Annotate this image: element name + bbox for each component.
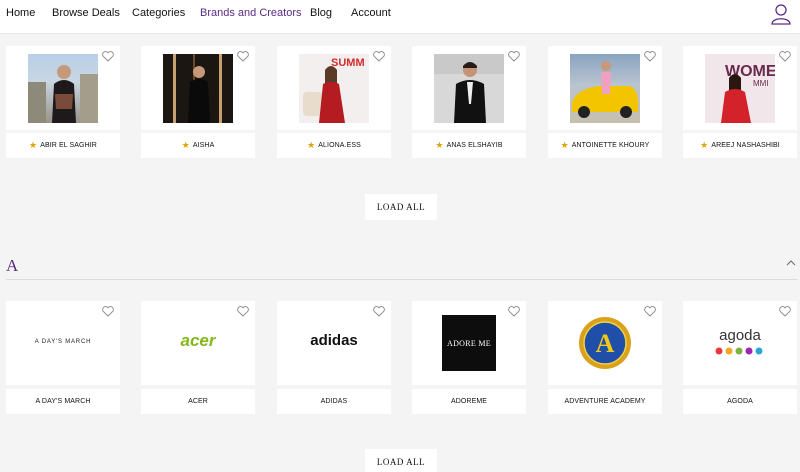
top-nav: Home Browse Deals Categories Brands and … bbox=[0, 0, 800, 34]
load-all-brands-button[interactable]: LOAD ALL bbox=[365, 449, 437, 472]
brand-card[interactable]: A DAY'S MARCH bbox=[6, 301, 120, 385]
chevron-up-icon[interactable] bbox=[786, 259, 796, 267]
creator-name: ABIR EL SAGHIR bbox=[40, 142, 97, 149]
section-letter: A bbox=[6, 256, 19, 275]
creator-card[interactable] bbox=[548, 46, 662, 130]
brand-card[interactable]: adidas bbox=[277, 301, 391, 385]
nav-categories[interactable]: Categories bbox=[132, 7, 185, 19]
heart-icon[interactable] bbox=[237, 51, 249, 62]
star-icon: ★ bbox=[700, 140, 709, 150]
heart-icon[interactable] bbox=[779, 51, 791, 62]
creator-label[interactable]: ★ ALIONA.ESS bbox=[277, 133, 391, 158]
load-all-creators-button[interactable]: LOAD ALL bbox=[365, 194, 437, 220]
user-icon[interactable] bbox=[770, 3, 792, 25]
brand-name: ACER bbox=[188, 398, 208, 405]
star-icon: ★ bbox=[560, 140, 569, 150]
creator-card[interactable] bbox=[141, 46, 255, 130]
brand-card[interactable]: A bbox=[548, 301, 662, 385]
brand-logo: ADORE ME bbox=[442, 315, 496, 371]
heart-icon[interactable] bbox=[508, 306, 520, 317]
brand-logo: agoda bbox=[719, 327, 761, 344]
adventure-academy-logo: A bbox=[579, 317, 631, 369]
heart-icon[interactable] bbox=[779, 306, 791, 317]
nav-browse-deals[interactable]: Browse Deals bbox=[52, 7, 120, 19]
heart-icon[interactable] bbox=[373, 306, 385, 317]
creator-name: ALIONA.ESS bbox=[318, 142, 361, 149]
section-divider bbox=[6, 279, 798, 280]
heart-icon[interactable] bbox=[237, 306, 249, 317]
brand-name: ADVENTURE ACADEMY bbox=[564, 398, 646, 405]
creator-card[interactable] bbox=[6, 46, 120, 130]
heart-icon[interactable] bbox=[373, 51, 385, 62]
brand-name: AGODA bbox=[727, 398, 753, 405]
brand-label[interactable]: A DAY'S MARCH bbox=[6, 389, 120, 414]
creator-label[interactable]: ★ AISHA bbox=[141, 133, 255, 158]
creator-label[interactable]: ★ ANTOINETTE KHOURY bbox=[548, 133, 662, 158]
brand-logo: acer bbox=[180, 331, 216, 350]
brand-label[interactable]: ADOREME bbox=[412, 389, 526, 414]
brand-label[interactable]: ACER bbox=[141, 389, 255, 414]
brand-logo: adidas bbox=[310, 332, 358, 349]
brand-label[interactable]: ADIDAS bbox=[277, 389, 391, 414]
brand-label[interactable]: AGODA bbox=[683, 389, 797, 414]
heart-icon[interactable] bbox=[102, 51, 114, 62]
summit-text: SUMM bbox=[331, 57, 365, 69]
agoda-dots bbox=[715, 347, 763, 355]
creator-name: AREEJ NASHASHIBI bbox=[711, 142, 780, 149]
star-icon: ★ bbox=[181, 140, 190, 150]
creator-name: ANAS ELSHAYIB bbox=[446, 142, 503, 149]
creator-photo bbox=[163, 54, 233, 123]
nav-account[interactable]: Account bbox=[351, 7, 391, 19]
brand-card[interactable]: agoda bbox=[683, 301, 797, 385]
heart-icon[interactable] bbox=[644, 51, 656, 62]
creator-name: ANTOINETTE KHOURY bbox=[571, 142, 650, 149]
heart-icon[interactable] bbox=[508, 51, 520, 62]
creator-card[interactable] bbox=[412, 46, 526, 130]
creator-label[interactable]: ★ ABIR EL SAGHIR bbox=[6, 133, 120, 158]
creator-label[interactable]: ★ AREEJ NASHASHIBI bbox=[683, 133, 797, 158]
brand-card[interactable]: acer bbox=[141, 301, 255, 385]
brand-label[interactable]: ADVENTURE ACADEMY bbox=[548, 389, 662, 414]
heart-icon[interactable] bbox=[102, 306, 114, 317]
nav-blog[interactable]: Blog bbox=[310, 7, 332, 19]
brand-name: ADOREME bbox=[450, 398, 488, 405]
creator-photo bbox=[28, 54, 98, 123]
star-icon: ★ bbox=[435, 140, 444, 150]
nav-brands-and-creators[interactable]: Brands and Creators bbox=[200, 7, 302, 19]
brand-card[interactable]: ADORE ME bbox=[412, 301, 526, 385]
brand-name: A DAY'S MARCH bbox=[35, 398, 91, 405]
creator-card[interactable]: WOME MMI bbox=[683, 46, 797, 130]
brand-name: ADIDAS bbox=[320, 398, 348, 405]
creator-photo: SUMM bbox=[299, 54, 369, 123]
creator-card[interactable]: SUMM bbox=[277, 46, 391, 130]
star-icon: ★ bbox=[29, 140, 38, 150]
creator-name: AISHA bbox=[192, 142, 215, 149]
brand-logo: A DAY'S MARCH bbox=[34, 339, 92, 345]
svg-text:A: A bbox=[596, 329, 615, 358]
heart-icon[interactable] bbox=[644, 306, 656, 317]
star-icon: ★ bbox=[307, 140, 316, 150]
creator-photo bbox=[434, 54, 504, 123]
creator-photo: WOME MMI bbox=[705, 54, 775, 123]
creator-photo bbox=[570, 54, 640, 123]
creator-label[interactable]: ★ ANAS ELSHAYIB bbox=[412, 133, 526, 158]
nav-home[interactable]: Home bbox=[6, 7, 35, 19]
women-sub-text: MMI bbox=[753, 79, 769, 88]
